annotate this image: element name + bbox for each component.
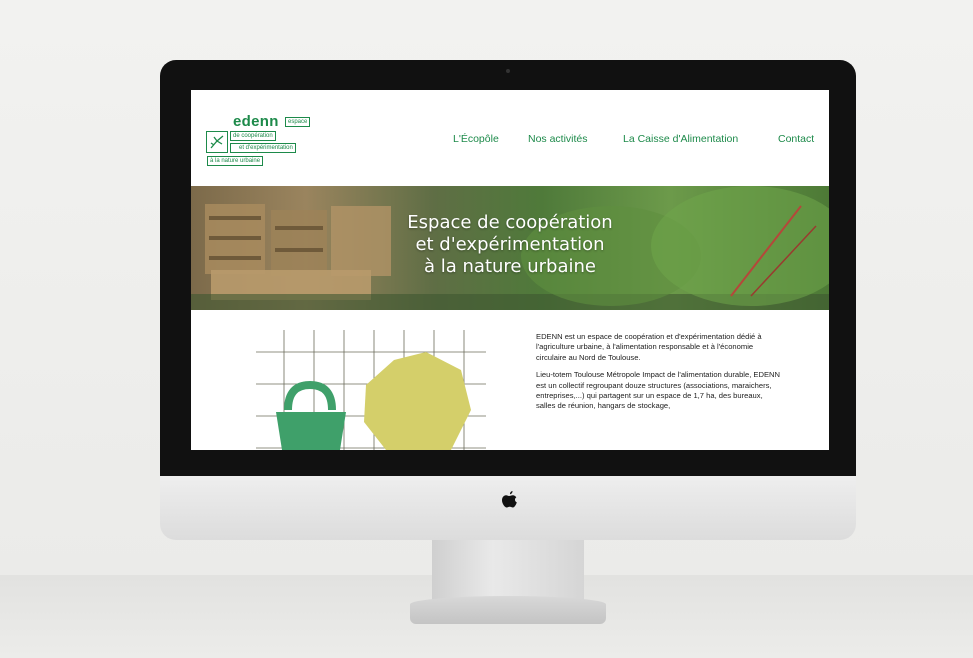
hero-title-line1: Espace de coopération	[407, 212, 613, 233]
leaf-icon	[206, 131, 228, 153]
site-header: edenn espace de coopération et d'expérim…	[191, 90, 829, 186]
nav-link-contact[interactable]: Contact	[778, 133, 814, 145]
intro-section: EDENN est un espace de coopération et d'…	[191, 310, 829, 450]
camera-icon	[506, 69, 510, 73]
logo-line-experimentation: et d'expérimentation	[230, 143, 296, 153]
monitor-chin	[160, 476, 856, 540]
nav-link-activites[interactable]: Nos activités	[528, 133, 588, 145]
edenn-logo[interactable]: edenn espace de coopération et d'expérim…	[206, 113, 336, 171]
hero-title-line3: à la nature urbaine	[424, 256, 596, 277]
monitor-stand-foot	[410, 596, 606, 624]
hero-banner: Espace de coopération et d'expérimentati…	[191, 186, 829, 310]
nav-link-caisse-alimentation[interactable]: La Caisse d'Alimentation	[623, 133, 738, 145]
website-screen: edenn espace de coopération et d'expérim…	[191, 90, 829, 450]
hero-title: Espace de coopération et d'expérimentati…	[191, 212, 829, 278]
intro-text: EDENN est un espace de coopération et d'…	[536, 332, 781, 419]
nav-link-ecopole[interactable]: L'Écopôle	[453, 133, 499, 145]
apple-logo-icon	[502, 491, 517, 508]
logo-line-cooperation: de coopération	[230, 131, 276, 141]
hero-title-line2: et d'expérimentation	[415, 234, 605, 255]
monitor-stand-neck	[432, 540, 584, 600]
intro-paragraph-2: Lieu-totem Toulouse Métropole Impact de …	[536, 370, 781, 411]
logo-brand: edenn	[233, 113, 279, 130]
logo-line-nature: à la nature urbaine	[207, 156, 264, 166]
intro-paragraph-1: EDENN est un espace de coopération et d'…	[536, 332, 762, 362]
basket-illustration	[256, 330, 486, 450]
logo-line-espace: espace	[285, 117, 311, 127]
